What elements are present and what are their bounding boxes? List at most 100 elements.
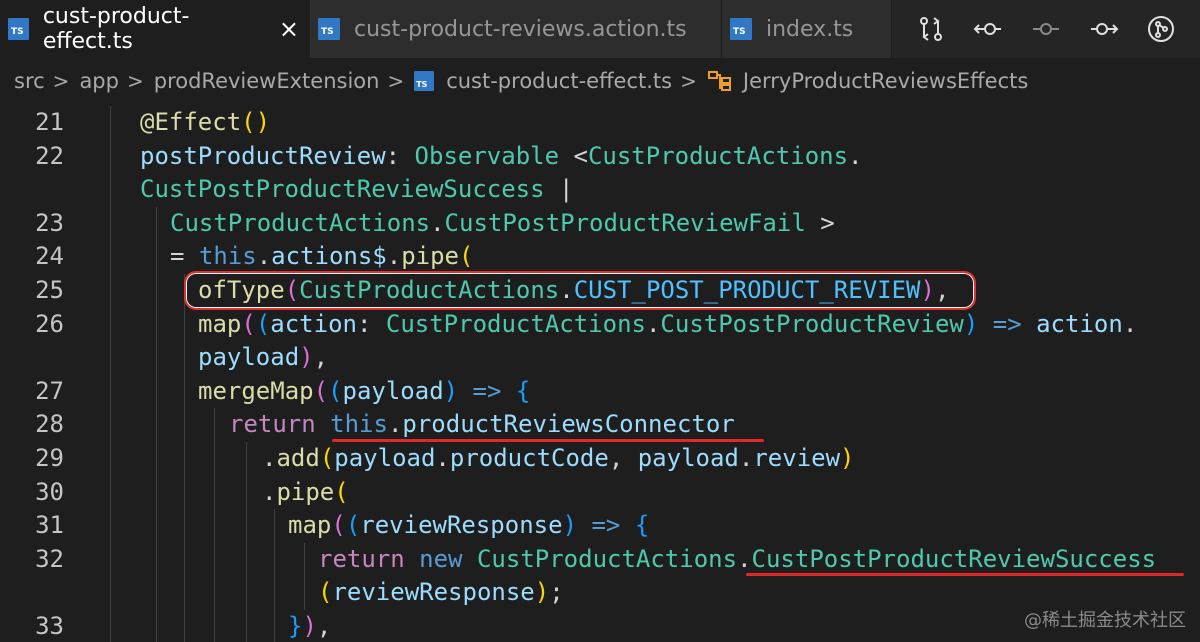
line-number: 24 (35, 242, 64, 271)
code-token: ( (334, 477, 349, 506)
highlight-underline (332, 439, 764, 442)
code-token: > (805, 208, 835, 237)
code-token: productReviewsConnector (402, 410, 735, 439)
chevron-right-icon: > (126, 69, 144, 93)
watermark: @稀土掘金技术社区 (1024, 610, 1186, 631)
code-token: ( (241, 309, 256, 338)
code-token: this (330, 410, 388, 439)
code-token: pipe (276, 477, 335, 506)
code-line: .pipe( (262, 476, 349, 509)
code-token: map (198, 309, 242, 338)
highlight-underline (746, 573, 1184, 577)
breadcrumb-item-file[interactable]: cust-product-effect.ts (446, 69, 672, 93)
code-token: review (753, 444, 841, 472)
code-line: map((reviewResponse) => { (288, 509, 649, 542)
code-token: . (386, 242, 402, 271)
line-number: 33 (35, 612, 64, 640)
breadcrumb-item-app[interactable]: app (79, 69, 119, 93)
typescript-file-icon: TS (730, 18, 752, 40)
code-token: payload (334, 444, 436, 472)
code-token: ( (313, 376, 329, 405)
go-back-icon[interactable] (973, 14, 1003, 44)
typescript-file-icon: TS (414, 71, 435, 91)
tab-index[interactable]: TS index.ts (722, 0, 892, 58)
code-token: payload (198, 343, 300, 372)
code-token: ) (562, 511, 578, 540)
code-token: ) (302, 612, 317, 640)
code-token: . (256, 242, 272, 271)
code-token: | (544, 175, 574, 204)
code-token: pipe (401, 242, 459, 271)
line-number: 27 (35, 376, 64, 405)
tab-cust-product-reviews-action[interactable]: TS cust-product-reviews.action.ts (310, 0, 722, 58)
code-token: mergeMap (198, 376, 314, 405)
indent-guide (110, 106, 111, 642)
code-line: (reviewResponse); (318, 576, 564, 609)
code-token: CustPostProductReviewFail (444, 208, 806, 237)
code-token: payload (342, 376, 444, 405)
code-token: ) (963, 309, 979, 338)
code-token: CustPostProductReviewSuccess (751, 544, 1157, 573)
breadcrumb-item-folder[interactable]: prodReviewExtension (154, 69, 380, 93)
tab-label: cust-product-reviews.action.ts (354, 16, 687, 42)
source-control-icon[interactable] (1146, 14, 1176, 44)
class-symbol-icon (707, 71, 731, 91)
code-token: CustProductActions (385, 309, 646, 338)
code-token: CustProductActions (170, 208, 431, 237)
tab-cust-product-effect[interactable]: TS cust-product-effect.ts × (0, 0, 310, 58)
code-token: reviewResponse (360, 511, 563, 540)
code-token: : (356, 309, 386, 338)
code-token: ( (318, 578, 333, 607)
code-token: . (430, 208, 445, 237)
go-to-commit-icon[interactable] (1031, 14, 1061, 44)
editor-tab-bar: TS cust-product-effect.ts × TS cust-prod… (0, 0, 1200, 58)
chevron-right-icon: > (387, 69, 405, 93)
typescript-file-icon: TS (8, 18, 29, 40)
code-token: ; (549, 578, 564, 607)
typescript-file-icon: TS (318, 18, 340, 40)
code-token: CustProductActions (476, 544, 738, 573)
line-number: 30 (35, 477, 64, 506)
code-token: , (608, 444, 638, 472)
code-token: this (198, 242, 257, 271)
indent-guide (274, 509, 275, 642)
code-token: payload (637, 444, 739, 472)
code-token: action (1036, 309, 1123, 338)
code-token: CustPostProductReviewSuccess (140, 175, 545, 204)
code-line: CustPostProductReviewSuccess | (140, 173, 573, 206)
code-line: mergeMap((payload) => { (198, 375, 530, 408)
close-icon[interactable]: × (279, 15, 299, 43)
chevron-right-icon: > (52, 69, 70, 93)
code-token: ( (345, 511, 361, 540)
code-editor[interactable]: 21 @Effect() 22 postProductReview: Observab… (0, 104, 1200, 642)
highlight-box (184, 271, 976, 310)
code-line: = this.actions$.pipe( (170, 240, 473, 273)
code-token: , (316, 612, 332, 640)
code-token: . (262, 477, 277, 506)
breadcrumb-item-class[interactable]: JerryProductReviewsEffects (743, 69, 1028, 93)
code-token: ) (299, 343, 314, 372)
line-number: 25 (35, 276, 64, 304)
code-line: @Effect() (140, 106, 270, 139)
code-token: ( (319, 444, 335, 472)
line-number: 21 (35, 108, 64, 136)
code-token: CustPostProductReview (660, 309, 964, 338)
go-forward-icon[interactable] (1089, 14, 1119, 44)
code-token: . (738, 444, 754, 472)
code-token: . (387, 410, 403, 439)
code-line: postProductReview: Observable <CustProdu… (140, 140, 863, 173)
code-token: : (385, 141, 415, 170)
code-token: return (318, 544, 405, 573)
code-token: action (270, 309, 357, 338)
code-token: { (634, 511, 650, 540)
code-line: CustProductActions.CustPostProductReview… (170, 207, 835, 240)
breadcrumb-item-src[interactable]: src (14, 69, 45, 93)
code-token: reviewResponse (332, 578, 535, 607)
indent-guide (184, 274, 185, 642)
compare-changes-icon[interactable] (916, 14, 946, 44)
code-token: ( (331, 511, 346, 540)
code-line: }), (288, 610, 331, 642)
code-token: productCode (449, 444, 609, 472)
